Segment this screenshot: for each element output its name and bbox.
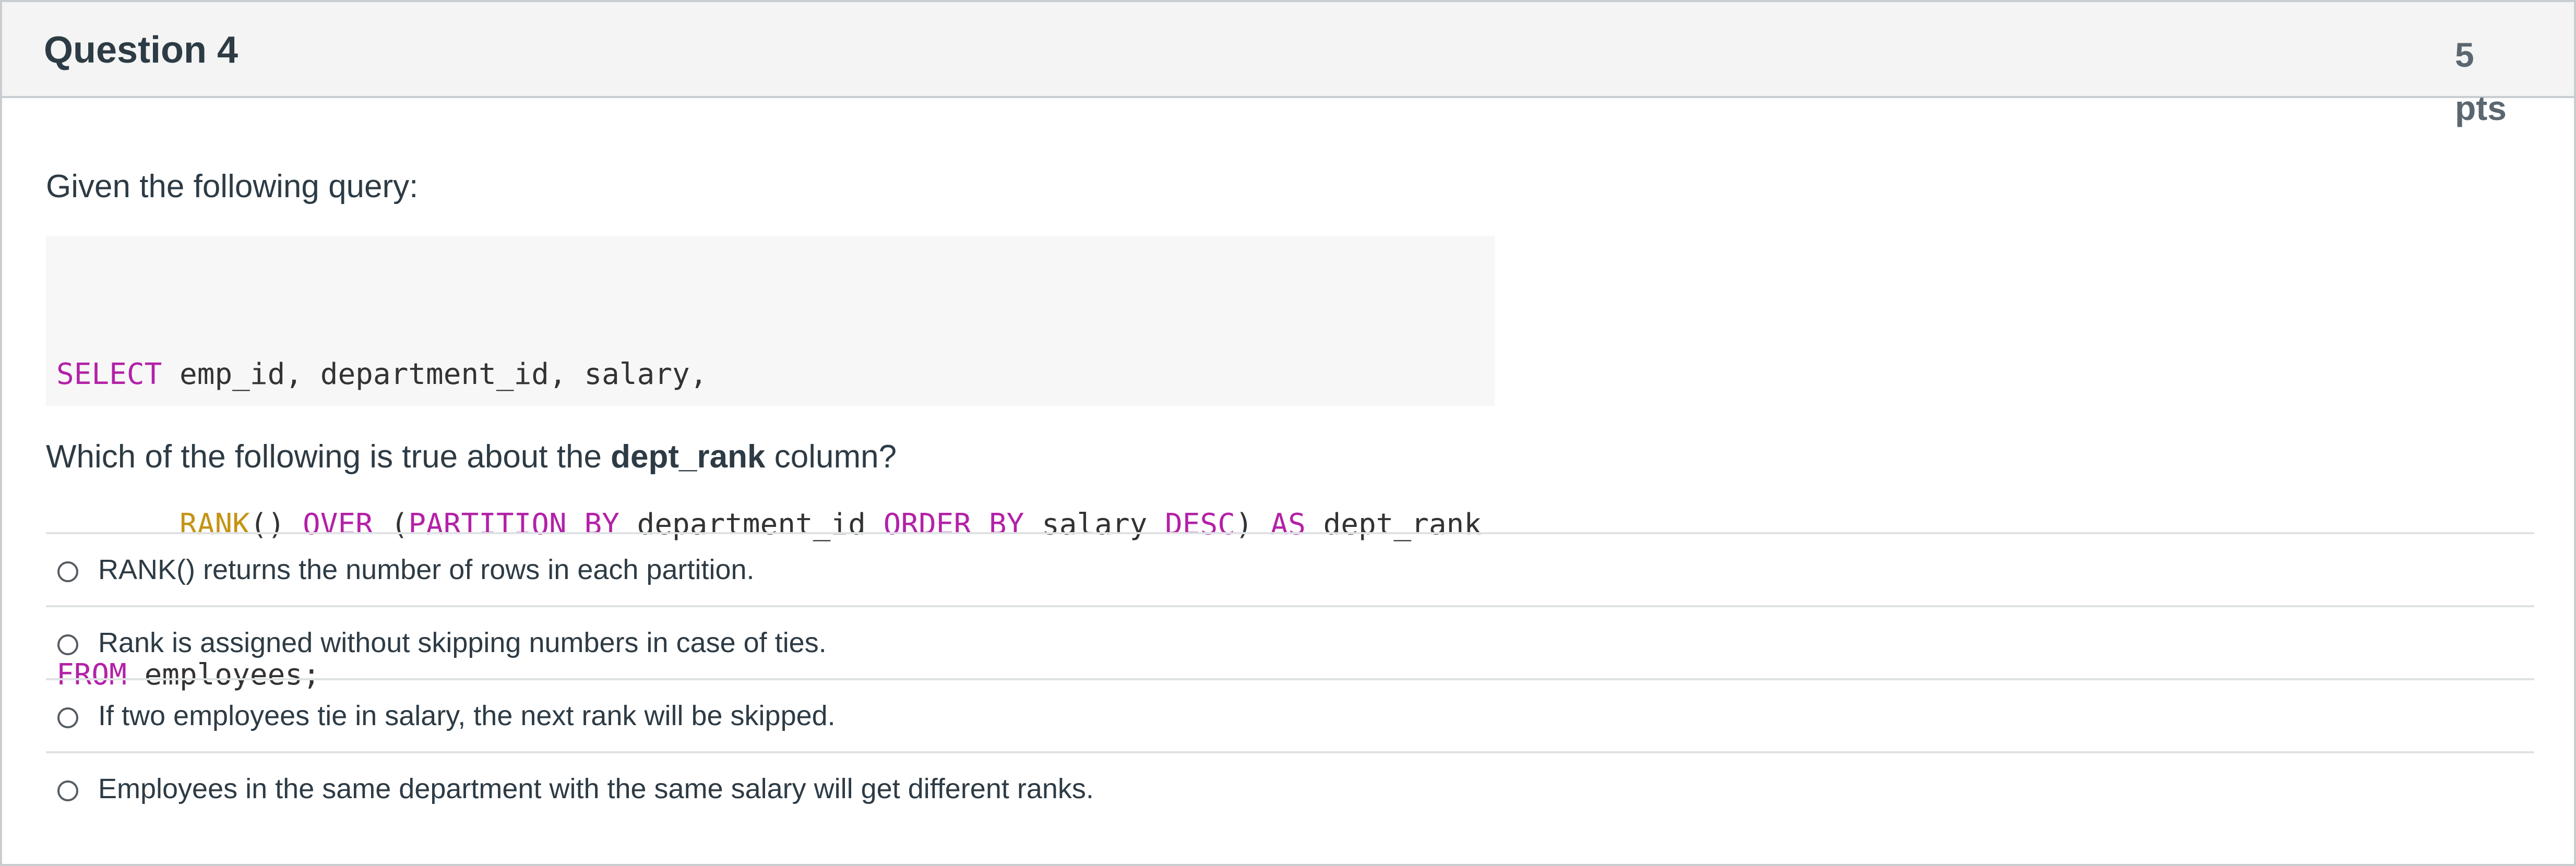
radio-button-1[interactable]: [57, 561, 78, 582]
answer-option-1[interactable]: RANK() returns the number of rows in eac…: [46, 534, 2534, 607]
prompt-text-before: Which of the following is true about the: [46, 439, 611, 475]
answer-label-1[interactable]: RANK() returns the number of rows in eac…: [98, 549, 755, 591]
radio-button-4[interactable]: [57, 780, 78, 801]
answer-option-4[interactable]: Employees in the same department with th…: [46, 753, 2534, 826]
question-header: Question 4 5 pts: [2, 2, 2574, 127]
quiz-question-card: Question 4 5 pts Given the following que…: [0, 0, 2576, 866]
prompt-text-after: column?: [765, 439, 897, 475]
points-unit: pts: [2455, 89, 2507, 127]
sql-text: emp_id, department_id, salary,: [162, 357, 708, 391]
question-intro: Given the following query:: [46, 169, 419, 205]
answer-list: RANK() returns the number of rows in eac…: [46, 532, 2534, 826]
answer-label-2[interactable]: Rank is assigned without skipping number…: [98, 622, 827, 664]
answer-option-3[interactable]: If two employees tie in salary, the next…: [46, 680, 2534, 753]
code-line-1: SELECT emp_id, department_id, salary,: [56, 350, 1484, 400]
question-prompt: Which of the following is true about the…: [46, 435, 897, 479]
answer-label-4[interactable]: Employees in the same department with th…: [98, 768, 1094, 810]
sql-code-block: SELECT emp_id, department_id, salary, RA…: [46, 236, 1495, 692]
answer-option-2[interactable]: Rank is assigned without skipping number…: [46, 607, 2534, 680]
prompt-column-name: dept_rank: [611, 439, 766, 475]
radio-button-2[interactable]: [57, 634, 78, 655]
question-points: 5 pts: [2455, 28, 2533, 135]
question-title: Question 4: [44, 29, 238, 71]
answer-label-3[interactable]: If two employees tie in salary, the next…: [98, 695, 836, 737]
points-value: 5: [2455, 35, 2474, 74]
radio-button-3[interactable]: [57, 707, 78, 728]
sql-keyword: SELECT: [56, 357, 162, 391]
